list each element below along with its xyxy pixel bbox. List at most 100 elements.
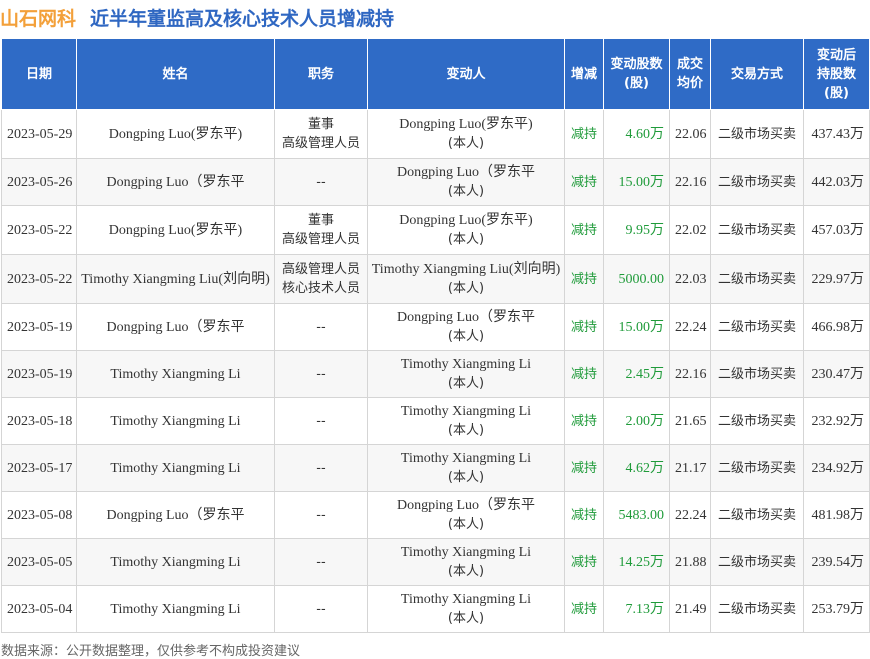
cell-direction: 减持 <box>564 109 604 159</box>
cell-direction: 减持 <box>564 585 604 633</box>
cell-holdings-after: 229.97万 <box>803 254 870 304</box>
cell-date: 2023-05-18 <box>1 397 77 445</box>
cell-changer: Dongping Luo（罗东平 (本人) <box>367 491 565 539</box>
cell-change-amount: 9.95万 <box>603 205 670 255</box>
cell-avg-price: 22.06 <box>669 109 711 159</box>
column-header[interactable]: 变动后 持股数 (股) <box>803 38 870 110</box>
cell-position: -- <box>274 538 368 586</box>
page-title: 近半年董监高及核心技术人员增减持 <box>90 7 395 30</box>
cell-holdings-after: 481.98万 <box>803 491 870 539</box>
cell-position: -- <box>274 303 368 351</box>
cell-holdings-after: 239.54万 <box>803 538 870 586</box>
cell-avg-price: 22.03 <box>669 254 711 304</box>
cell-changer: Timothy Xiangming Li (本人) <box>367 397 565 445</box>
cell-change-amount: 4.60万 <box>603 109 670 159</box>
cell-avg-price: 22.24 <box>669 303 711 351</box>
cell-date: 2023-05-22 <box>1 205 77 255</box>
table-row: 2023-05-05 Timothy Xiangming Li -- Timothy … <box>1 538 870 586</box>
cell-trade-method: 二级市场买卖 <box>710 158 804 206</box>
cell-position: 董事 高级管理人员 <box>274 205 368 255</box>
cell-change-amount: 7.13万 <box>603 585 670 633</box>
cell-changer: Dongping Luo（罗东平 (本人) <box>367 158 565 206</box>
cell-holdings-after: 234.92万 <box>803 444 870 492</box>
column-header[interactable]: 日期 <box>1 38 77 110</box>
cell-date: 2023-05-08 <box>1 491 77 539</box>
cell-trade-method: 二级市场买卖 <box>710 254 804 304</box>
cell-holdings-after: 230.47万 <box>803 350 870 398</box>
column-header[interactable]: 姓名 <box>76 38 275 110</box>
table-row: 2023-05-17 Timothy Xiangming Li -- Timothy … <box>1 444 870 492</box>
cell-holdings-after: 232.92万 <box>803 397 870 445</box>
cell-position: -- <box>274 444 368 492</box>
table-row: 2023-05-22 Timothy Xiangming Liu(刘向明) 高级管理… <box>1 254 870 304</box>
cell-holdings-after: 442.03万 <box>803 158 870 206</box>
cell-position: 高级管理人员 核心技术人员 <box>274 254 368 304</box>
cell-change-amount: 14.25万 <box>603 538 670 586</box>
cell-name: Timothy Xiangming Li <box>76 350 275 398</box>
cell-trade-method: 二级市场买卖 <box>710 444 804 492</box>
table-row: 2023-05-29 Dongping Luo(罗东平) 董事 高级管理人员 Dongp… <box>1 109 870 159</box>
cell-trade-method: 二级市场买卖 <box>710 303 804 351</box>
cell-changer: Timothy Xiangming Li (本人) <box>367 444 565 492</box>
cell-avg-price: 22.24 <box>669 491 711 539</box>
cell-trade-method: 二级市场买卖 <box>710 538 804 586</box>
cell-direction: 减持 <box>564 205 604 255</box>
cell-date: 2023-05-29 <box>1 109 77 159</box>
cell-change-amount: 5483.00 <box>603 491 670 539</box>
column-header[interactable]: 变动人 <box>367 38 565 110</box>
cell-holdings-after: 437.43万 <box>803 109 870 159</box>
cell-changer: Dongping Luo(罗东平) (本人) <box>367 109 565 159</box>
cell-avg-price: 22.02 <box>669 205 711 255</box>
column-header[interactable]: 职务 <box>274 38 368 110</box>
table-row: 2023-05-08 Dongping Luo（罗东平 -- Dongping Luo… <box>1 491 870 539</box>
data-source-note: 数据来源：公开数据整理，仅供参考不构成投资建议 <box>1 644 301 659</box>
cell-name: Dongping Luo(罗东平) <box>76 205 275 255</box>
cell-date: 2023-05-22 <box>1 254 77 304</box>
cell-change-amount: 2.45万 <box>603 350 670 398</box>
cell-holdings-after: 466.98万 <box>803 303 870 351</box>
cell-name: Timothy Xiangming Li <box>76 397 275 445</box>
cell-trade-method: 二级市场买卖 <box>710 491 804 539</box>
cell-trade-method: 二级市场买卖 <box>710 205 804 255</box>
cell-avg-price: 21.88 <box>669 538 711 586</box>
cell-trade-method: 二级市场买卖 <box>710 109 804 159</box>
cell-date: 2023-05-26 <box>1 158 77 206</box>
table-row: 2023-05-04 Timothy Xiangming Li -- Timothy … <box>1 585 870 633</box>
table-row: 2023-05-22 Dongping Luo(罗东平) 董事 高级管理人员 Dongp… <box>1 205 870 255</box>
cell-position: 董事 高级管理人员 <box>274 109 368 159</box>
cell-direction: 减持 <box>564 444 604 492</box>
cell-trade-method: 二级市场买卖 <box>710 350 804 398</box>
column-header[interactable]: 成交 均价 <box>669 38 711 110</box>
column-header[interactable]: 增减 <box>564 38 604 110</box>
page-title-bar: 山石网科 近半年董监高及核心技术人员增减持 <box>0 0 870 34</box>
cell-changer: Dongping Luo(罗东平) (本人) <box>367 205 565 255</box>
cell-direction: 减持 <box>564 303 604 351</box>
table-row: 2023-05-18 Timothy Xiangming Li -- Timothy … <box>1 397 870 445</box>
column-header[interactable]: 变动股数 (股) <box>603 38 670 110</box>
cell-date: 2023-05-05 <box>1 538 77 586</box>
cell-name: Dongping Luo（罗东平 <box>76 303 275 351</box>
cell-changer: Timothy Xiangming Li (本人) <box>367 538 565 586</box>
table-header-row: 日期 姓名 职务 变动人 增减 变动股数 (股) 成交 均价 交易方式 变动后 持股数 (股) <box>1 38 870 110</box>
cell-name: Dongping Luo(罗东平) <box>76 109 275 159</box>
cell-changer: Dongping Luo（罗东平 (本人) <box>367 303 565 351</box>
cell-avg-price: 21.49 <box>669 585 711 633</box>
table-row: 2023-05-26 Dongping Luo（罗东平 -- Dongping Luo… <box>1 158 870 206</box>
cell-holdings-after: 253.79万 <box>803 585 870 633</box>
cell-holdings-after: 457.03万 <box>803 205 870 255</box>
cell-name: Timothy Xiangming Liu(刘向明) <box>76 254 275 304</box>
cell-date: 2023-05-04 <box>1 585 77 633</box>
cell-change-amount: 15.00万 <box>603 158 670 206</box>
cell-name: Timothy Xiangming Li <box>76 444 275 492</box>
cell-change-amount: 4.62万 <box>603 444 670 492</box>
table-row: 2023-05-19 Timothy Xiangming Li -- Timothy … <box>1 350 870 398</box>
cell-date: 2023-05-19 <box>1 303 77 351</box>
cell-date: 2023-05-17 <box>1 444 77 492</box>
cell-changer: Timothy Xiangming Li (本人) <box>367 350 565 398</box>
column-header[interactable]: 交易方式 <box>710 38 804 110</box>
cell-trade-method: 二级市场买卖 <box>710 585 804 633</box>
cell-position: -- <box>274 350 368 398</box>
cell-avg-price: 22.16 <box>669 350 711 398</box>
cell-direction: 减持 <box>564 158 604 206</box>
cell-change-amount: 15.00万 <box>603 303 670 351</box>
